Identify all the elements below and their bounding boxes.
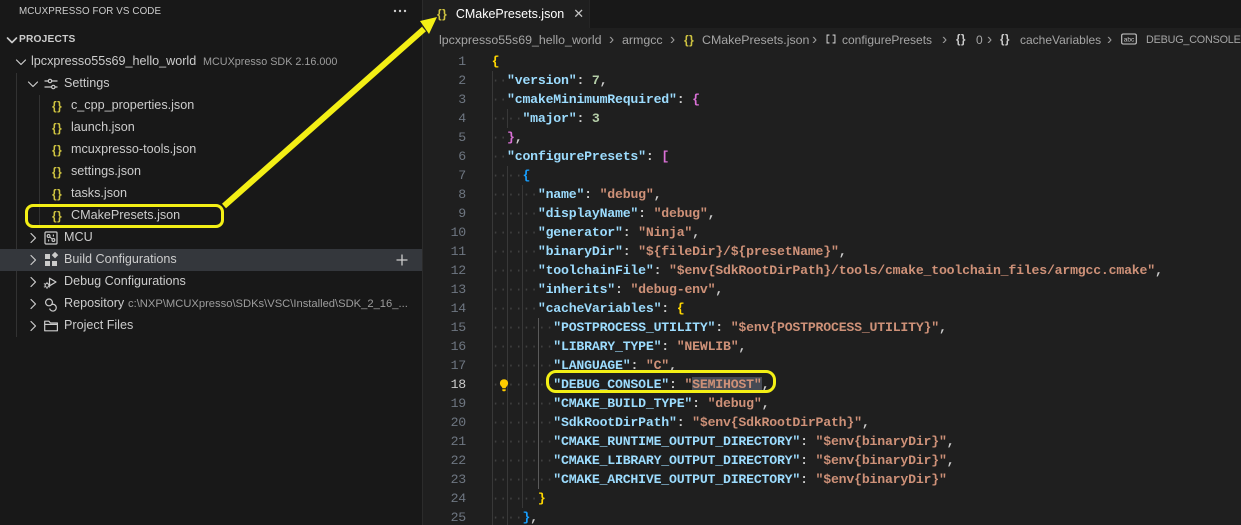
svg-text:abc: abc	[1124, 37, 1135, 44]
